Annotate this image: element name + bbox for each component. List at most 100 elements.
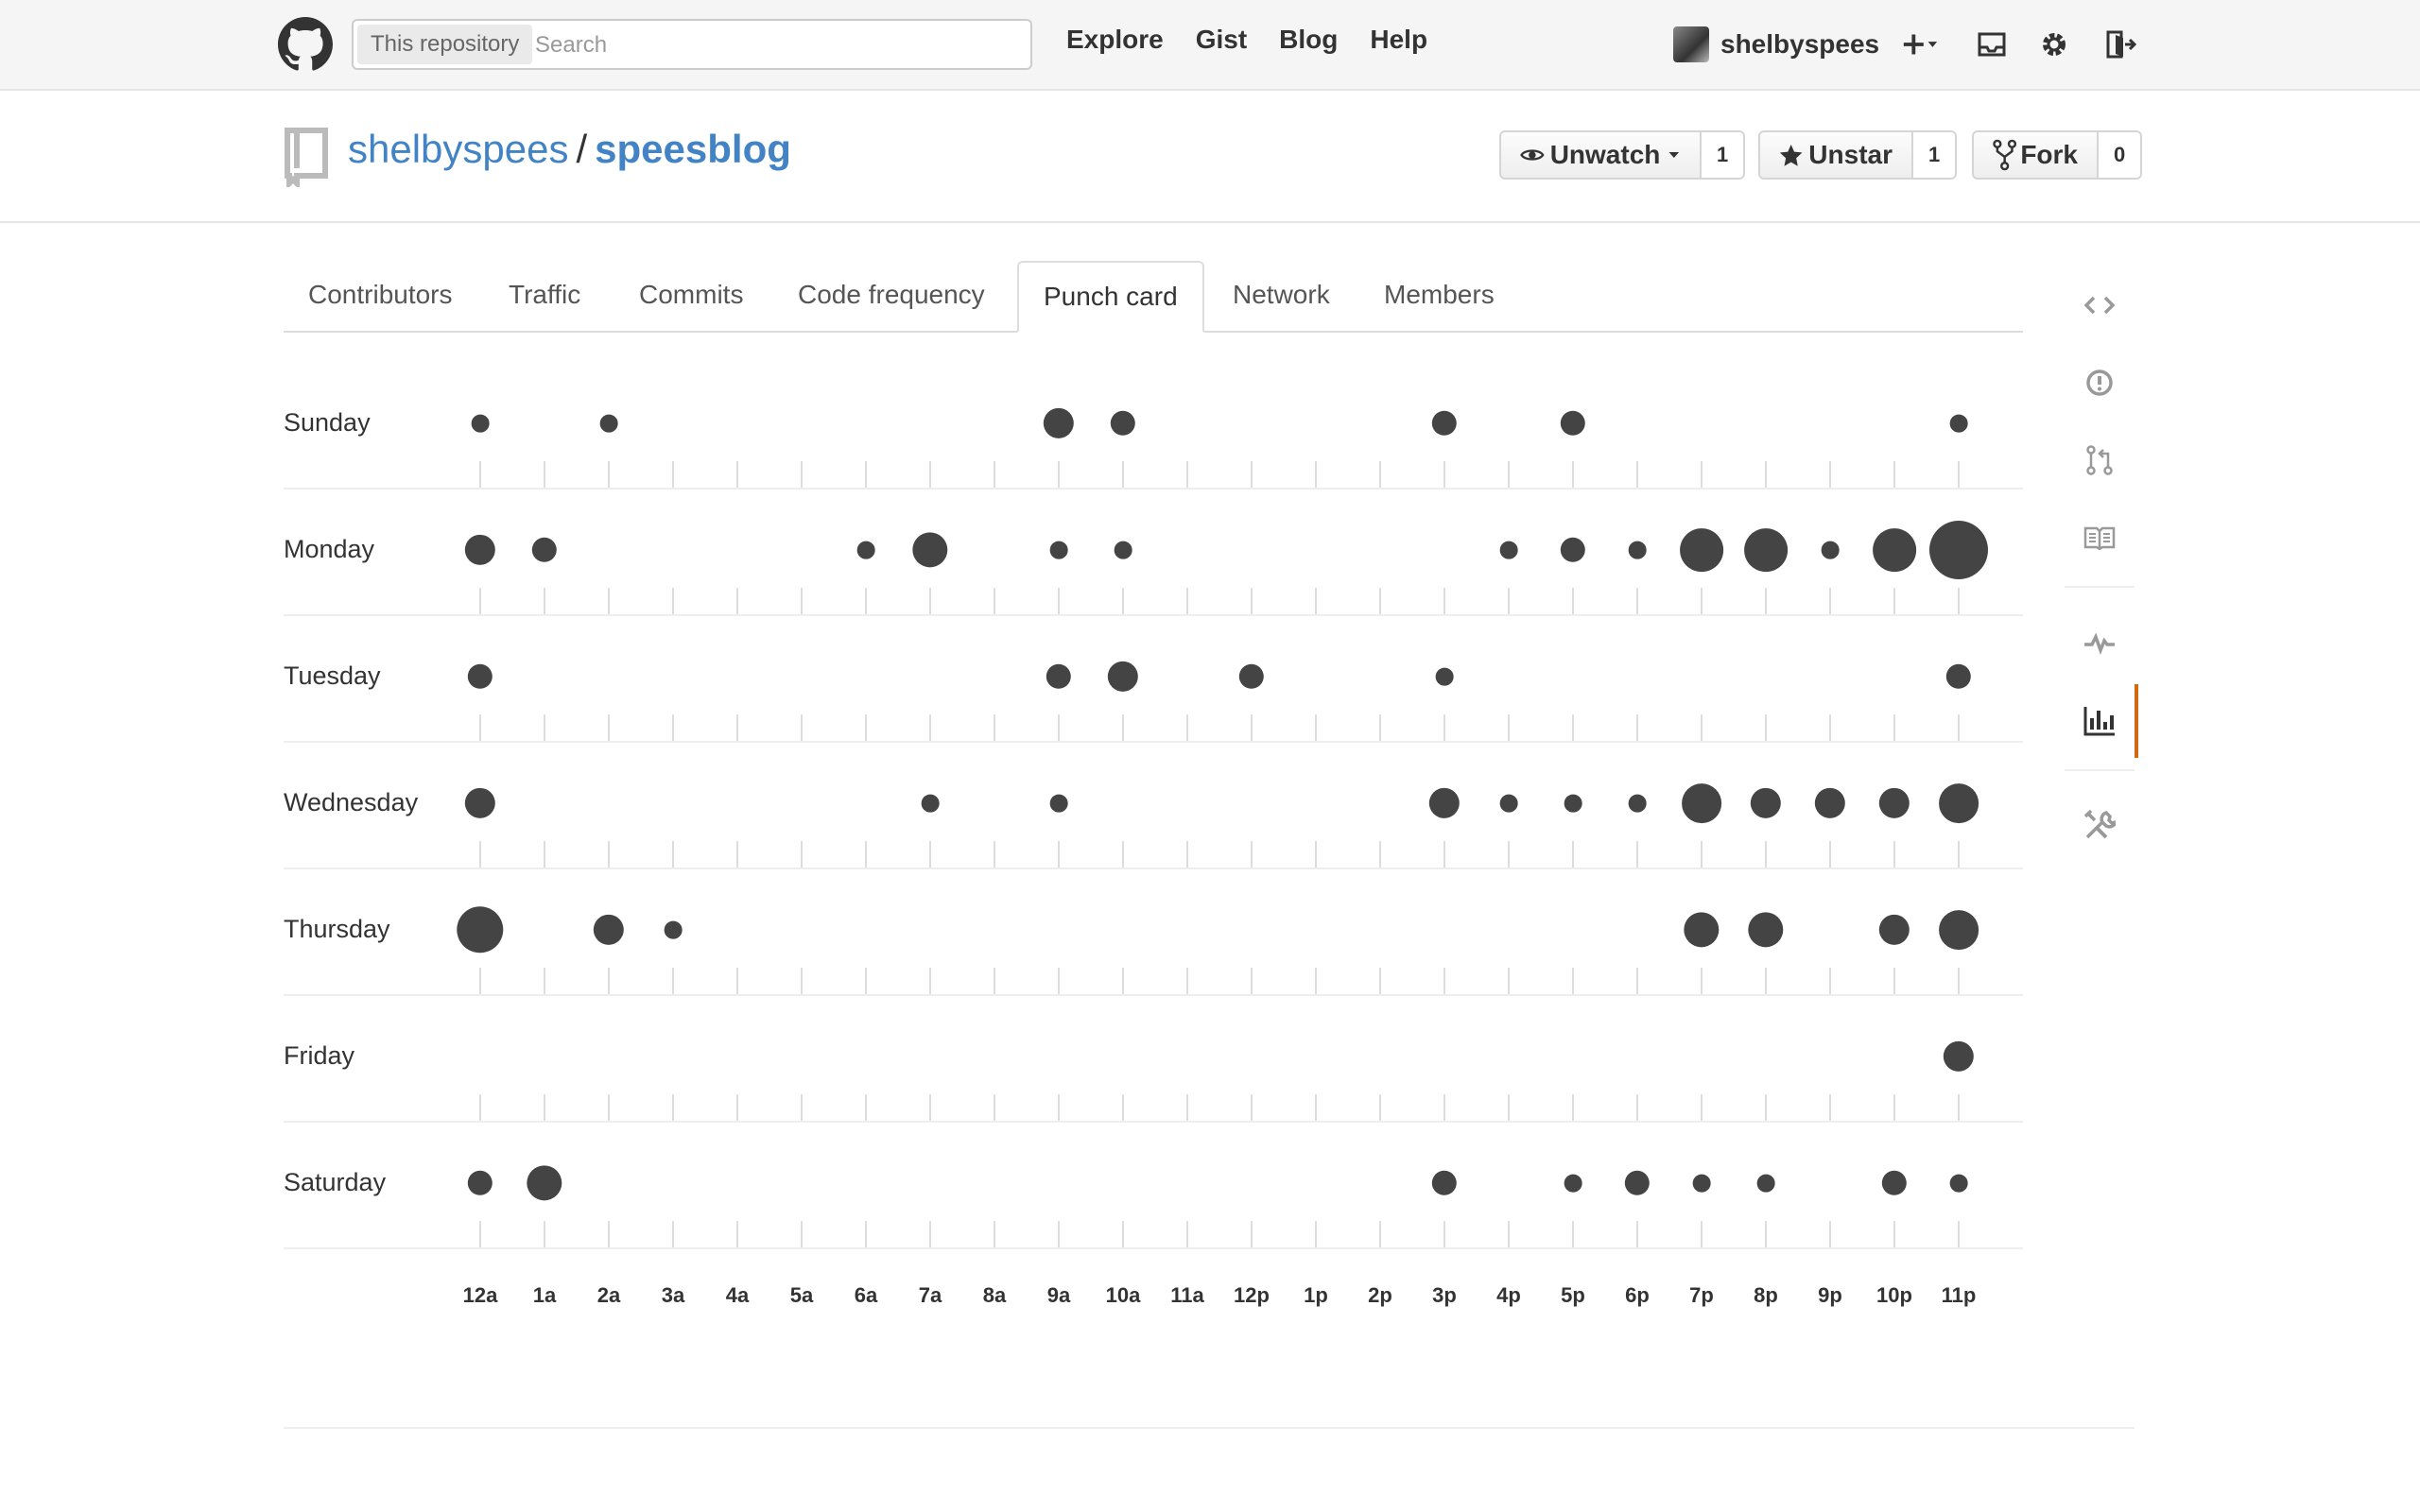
punch-dot[interactable] bbox=[1499, 541, 1518, 559]
punch-dot[interactable] bbox=[1821, 541, 1840, 559]
stargazers-count[interactable]: 1 bbox=[1913, 130, 1958, 180]
wiki-icon[interactable] bbox=[2065, 501, 2135, 575]
punch-dot[interactable] bbox=[1435, 667, 1454, 686]
code-icon[interactable] bbox=[2065, 268, 2135, 342]
punch-dot[interactable] bbox=[1744, 528, 1788, 572]
watchers-count[interactable]: 1 bbox=[1702, 130, 1746, 180]
hour-tick bbox=[1379, 1221, 1381, 1247]
forks-count[interactable]: 0 bbox=[2099, 130, 2143, 180]
punch-dot[interactable] bbox=[457, 906, 504, 954]
punch-dot[interactable] bbox=[1624, 1170, 1651, 1196]
issues-icon[interactable] bbox=[2065, 346, 2135, 420]
punch-dot[interactable] bbox=[1628, 541, 1647, 559]
hour-tick bbox=[1186, 1221, 1188, 1247]
graphs-icon[interactable] bbox=[2065, 684, 2138, 758]
inbox-icon[interactable] bbox=[1972, 25, 2012, 64]
pull-request-icon[interactable] bbox=[2065, 423, 2135, 497]
punch-dot[interactable] bbox=[1564, 1174, 1582, 1193]
punch-dot[interactable] bbox=[1107, 661, 1139, 693]
tab-commits[interactable]: Commits bbox=[614, 261, 768, 331]
punch-dot[interactable] bbox=[1682, 783, 1721, 823]
punch-dot[interactable] bbox=[593, 914, 625, 946]
punch-dot[interactable] bbox=[467, 1170, 493, 1196]
punch-dot[interactable] bbox=[1560, 537, 1586, 563]
punch-dot[interactable] bbox=[1929, 521, 1988, 579]
punch-dot[interactable] bbox=[1814, 787, 1846, 819]
nav-help[interactable]: Help bbox=[1370, 25, 1427, 55]
tab-contributors[interactable]: Contributors bbox=[284, 261, 477, 331]
hour-tick bbox=[1765, 714, 1767, 741]
nav-explore[interactable]: Explore bbox=[1066, 25, 1164, 55]
tab-network[interactable]: Network bbox=[1208, 261, 1355, 331]
nav-gist[interactable]: Gist bbox=[1196, 25, 1247, 55]
punch-dot[interactable] bbox=[856, 541, 875, 559]
sign-out-icon[interactable] bbox=[2100, 25, 2140, 64]
punch-dot[interactable] bbox=[1939, 783, 1979, 823]
punch-dot[interactable] bbox=[1043, 407, 1075, 439]
punch-dot[interactable] bbox=[664, 920, 683, 939]
punch-dot[interactable] bbox=[1110, 410, 1136, 437]
github-logo-icon[interactable] bbox=[278, 17, 333, 72]
punch-dot[interactable] bbox=[1692, 1174, 1711, 1193]
settings-icon[interactable] bbox=[2065, 788, 2135, 862]
punch-dot[interactable] bbox=[1046, 663, 1072, 690]
punch-dot[interactable] bbox=[1949, 1174, 1968, 1193]
punch-dot[interactable] bbox=[1945, 663, 1972, 690]
pulse-icon[interactable] bbox=[2065, 607, 2135, 680]
punch-dot[interactable] bbox=[1881, 1170, 1908, 1196]
punch-dot[interactable] bbox=[464, 787, 496, 819]
hour-tick bbox=[1315, 588, 1317, 614]
punch-dot[interactable] bbox=[1680, 528, 1723, 572]
tab-punch-card[interactable]: Punch card bbox=[1017, 261, 1204, 333]
username[interactable]: shelbyspees bbox=[1720, 29, 1879, 60]
punch-dot[interactable] bbox=[531, 537, 558, 563]
punch-dot[interactable] bbox=[1873, 528, 1916, 572]
hour-tick bbox=[801, 1094, 803, 1121]
punch-dot[interactable] bbox=[1943, 1040, 1975, 1073]
punch-dot[interactable] bbox=[599, 414, 618, 433]
punch-dot[interactable] bbox=[1431, 410, 1458, 437]
punch-dot[interactable] bbox=[1750, 787, 1782, 819]
punch-dot[interactable] bbox=[1499, 794, 1518, 813]
fork-button[interactable]: Fork bbox=[1972, 130, 2099, 180]
hour-label: 5a bbox=[789, 1283, 814, 1307]
hour-tick bbox=[1251, 461, 1253, 488]
punch-dot[interactable] bbox=[912, 532, 948, 568]
punch-dot[interactable] bbox=[1949, 414, 1968, 433]
tab-traffic[interactable]: Traffic bbox=[484, 261, 605, 331]
hour-label: 7a bbox=[918, 1283, 942, 1307]
punch-dot[interactable] bbox=[1878, 914, 1910, 946]
punch-dot[interactable] bbox=[1878, 787, 1910, 819]
punch-dot[interactable] bbox=[1428, 787, 1461, 819]
punch-card-chart: Sunday Monday Tuesday Wednesday Thursday Frid… bbox=[284, 369, 2023, 1314]
unstar-button[interactable]: Unstar bbox=[1758, 130, 1913, 180]
punch-dot[interactable] bbox=[471, 414, 490, 433]
punch-dot[interactable] bbox=[1049, 794, 1068, 813]
repo-owner-link[interactable]: shelbyspees bbox=[348, 127, 568, 171]
punch-dot[interactable] bbox=[467, 663, 493, 690]
punch-dot[interactable] bbox=[1114, 541, 1132, 559]
punch-dot[interactable] bbox=[1238, 663, 1265, 690]
avatar[interactable] bbox=[1673, 26, 1709, 62]
gear-icon[interactable] bbox=[2034, 25, 2074, 64]
tab-members[interactable]: Members bbox=[1359, 261, 1519, 331]
punch-dot[interactable] bbox=[1628, 794, 1647, 813]
punch-dot[interactable] bbox=[1564, 794, 1582, 813]
unwatch-button[interactable]: Unwatch bbox=[1499, 130, 1702, 180]
punch-dot[interactable] bbox=[464, 534, 496, 566]
tab-code-frequency[interactable]: Code frequency bbox=[773, 261, 1010, 331]
punch-dot[interactable] bbox=[921, 794, 940, 813]
punch-dot[interactable] bbox=[1049, 541, 1068, 559]
punch-dot[interactable] bbox=[1756, 1174, 1775, 1193]
punch-dot[interactable] bbox=[1684, 912, 1720, 948]
repo-name-link[interactable]: speesblog bbox=[595, 127, 791, 171]
plus-dropdown-icon[interactable] bbox=[1900, 25, 1940, 64]
punch-dot[interactable] bbox=[1560, 410, 1586, 437]
punch-dot[interactable] bbox=[1748, 912, 1784, 948]
search-input[interactable] bbox=[533, 25, 1019, 66]
user-menu[interactable]: shelbyspees bbox=[1673, 26, 1879, 62]
punch-dot[interactable] bbox=[1939, 910, 1979, 950]
punch-dot[interactable] bbox=[1431, 1170, 1458, 1196]
nav-blog[interactable]: Blog bbox=[1279, 25, 1338, 55]
punch-dot[interactable] bbox=[527, 1165, 562, 1201]
